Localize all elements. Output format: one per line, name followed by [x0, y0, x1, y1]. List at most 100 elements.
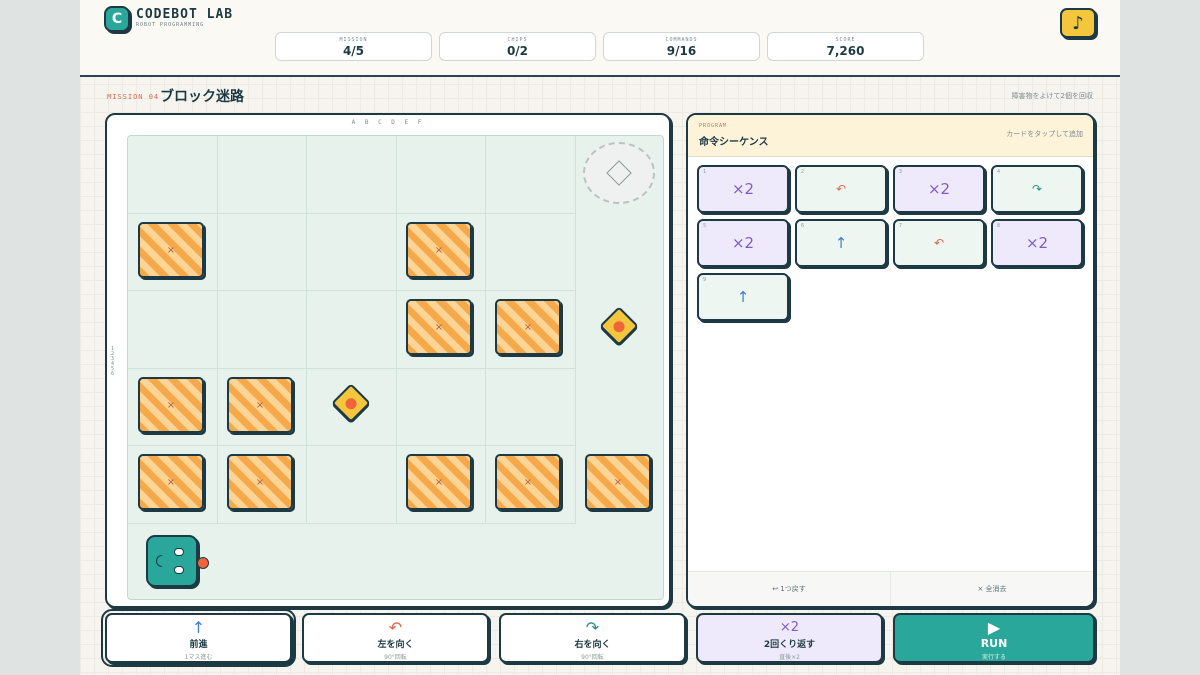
obstacle-block: ×	[495, 454, 561, 510]
command-card-repeat[interactable]: 8 ×2	[991, 219, 1083, 267]
chip-dot	[343, 395, 359, 412]
card-number: 4	[997, 169, 1001, 175]
grid-cell	[128, 291, 218, 369]
robot-direction-indicator	[197, 557, 209, 569]
row-labels: 1 2 3 4 5 6	[111, 346, 115, 377]
turn-left-icon: ↶	[933, 236, 945, 250]
stat-mission: MISSION 4/5	[275, 32, 432, 61]
grid-cell	[307, 213, 397, 291]
block-mark: ×	[166, 476, 176, 488]
program-header: PROGRAM 命令シーケンス カードをタップして追加	[688, 115, 1093, 157]
turn-left-button[interactable]: ↶ 左を向く 90°回転	[302, 613, 489, 663]
program-footer: ↩ 1つ戻す × 全消去	[688, 571, 1093, 606]
obstacle-block: ×	[227, 377, 293, 433]
command-card-turn-left[interactable]: 7 ↶	[893, 219, 985, 267]
header: C CODEBOT LAB ROBOT PROGRAMMING MISSION …	[80, 0, 1120, 77]
card-number: 6	[801, 223, 805, 229]
grid-cell	[307, 446, 397, 524]
command-card-turn-left[interactable]: 2 ↶	[795, 165, 887, 213]
grid-cell	[217, 213, 307, 291]
robot-mouth	[156, 555, 162, 567]
grid-cell	[307, 291, 397, 369]
grid-cell	[217, 136, 307, 214]
grid-cell	[128, 136, 218, 214]
obstacle-block: ×	[495, 299, 561, 355]
card-number: 3	[899, 169, 903, 175]
card-number: 2	[801, 169, 805, 175]
obstacle-block: ×	[406, 222, 472, 278]
stat-value: 7,260	[826, 44, 865, 58]
card-number: 5	[703, 223, 707, 229]
command-card-forward[interactable]: 9 ↑	[697, 273, 789, 321]
command-card-forward[interactable]: 6 ↑	[795, 219, 887, 267]
logo: C	[104, 6, 130, 32]
grid-cell	[486, 213, 576, 291]
command-sequence: 1 ×2 2 ↶ 3 ×2 4 ↷ 5 ×2 6 ↑ 7 ↶ 8 ×2 9 ↑	[697, 165, 1083, 321]
robot-eye	[174, 548, 184, 556]
card-number: 8	[997, 223, 1001, 229]
grid-cell	[486, 368, 576, 446]
play-icon: ▶	[987, 618, 1001, 637]
forward-button[interactable]: ↑ 前進 1マス進む	[101, 609, 296, 667]
program-panel: PROGRAM 命令シーケンス カードをタップして追加 1 ×2 2 ↶ 3 ×2 4…	[686, 113, 1095, 608]
turn-right-button[interactable]: ↷ 右を向く 90°回転	[499, 613, 686, 663]
card-number: 1	[703, 169, 707, 175]
arrow-up-icon: ↑	[191, 618, 206, 637]
stat-value: 9/16	[666, 44, 697, 58]
run-sub: 実行する	[981, 654, 1006, 661]
forward-sub: 1マス進む	[184, 654, 213, 661]
repeat-icon: ×2	[927, 180, 951, 198]
stat-label: COMMANDS	[665, 37, 698, 43]
mission-hint: 障害物をよけて2個を回収	[1011, 92, 1093, 100]
run-button[interactable]: ▶ RUN 実行する	[893, 613, 1095, 663]
block-mark: ×	[523, 321, 533, 333]
obstacle-block: ×	[585, 454, 651, 510]
clear-all-button[interactable]: × 全消去	[890, 572, 1093, 606]
music-toggle-button[interactable]: ♪	[1060, 8, 1096, 38]
grid-cell	[307, 136, 397, 214]
music-note-icon: ♪	[1072, 12, 1084, 34]
obstacle-block: ×	[138, 454, 204, 510]
forward-label: 前進	[189, 640, 208, 650]
undo-button[interactable]: ↩ 1つ戻す	[688, 572, 890, 606]
grid-cell	[486, 136, 576, 214]
mission-tag: MISSION 04	[107, 93, 160, 101]
command-card-repeat[interactable]: 1 ×2	[697, 165, 789, 213]
robot-eye	[174, 566, 184, 574]
board-panel: A B C D E F 1 2 3 4 5 6 × × × × × × × × …	[105, 113, 671, 608]
turn-right-sub: 90°回転	[581, 654, 604, 661]
obstacle-block: ×	[406, 299, 472, 355]
obstacle-block: ×	[406, 454, 472, 510]
turn-right-icon: ↷	[1031, 182, 1043, 196]
block-mark: ×	[166, 399, 176, 411]
stat-score: SCORE 7,260	[767, 32, 924, 61]
turn-left-label: 左を向く	[377, 640, 414, 650]
grid-cell	[396, 136, 486, 214]
goal-marker	[583, 142, 655, 204]
program-title: 命令シーケンス	[699, 137, 769, 148]
command-card-repeat[interactable]: 3 ×2	[893, 165, 985, 213]
turn-left-icon: ↶	[388, 618, 403, 637]
stats-bar: MISSION 4/5 CHIPS 0/2 COMMANDS 9/16 SCOR…	[275, 32, 924, 61]
arrow-up-icon: ↑	[834, 234, 848, 252]
app-window: C CODEBOT LAB ROBOT PROGRAMMING MISSION …	[80, 0, 1120, 675]
card-number: 9	[703, 277, 707, 283]
program-hint: カードをタップして追加	[1006, 130, 1083, 138]
turn-left-sub: 90°回転	[384, 654, 407, 661]
block-mark: ×	[255, 399, 265, 411]
block-mark: ×	[166, 244, 176, 256]
stat-label: CHIPS	[507, 37, 528, 43]
stat-value: 0/2	[506, 44, 529, 58]
command-card-turn-right[interactable]: 4 ↷	[991, 165, 1083, 213]
stat-chips: CHIPS 0/2	[439, 32, 596, 61]
command-card-repeat[interactable]: 5 ×2	[697, 219, 789, 267]
repeat-icon: ×2	[779, 620, 800, 635]
repeat-icon: ×2	[731, 180, 755, 198]
block-mark: ×	[255, 476, 265, 488]
brand-name: CODEBOT LAB	[136, 7, 234, 22]
repeat-icon: ×2	[1025, 234, 1049, 252]
stat-value: 4/5	[342, 44, 365, 58]
obstacle-block: ×	[138, 222, 204, 278]
repeat-button[interactable]: ×2 2回くり返す 直後×2	[696, 613, 883, 663]
run-label: RUN	[980, 637, 1008, 650]
